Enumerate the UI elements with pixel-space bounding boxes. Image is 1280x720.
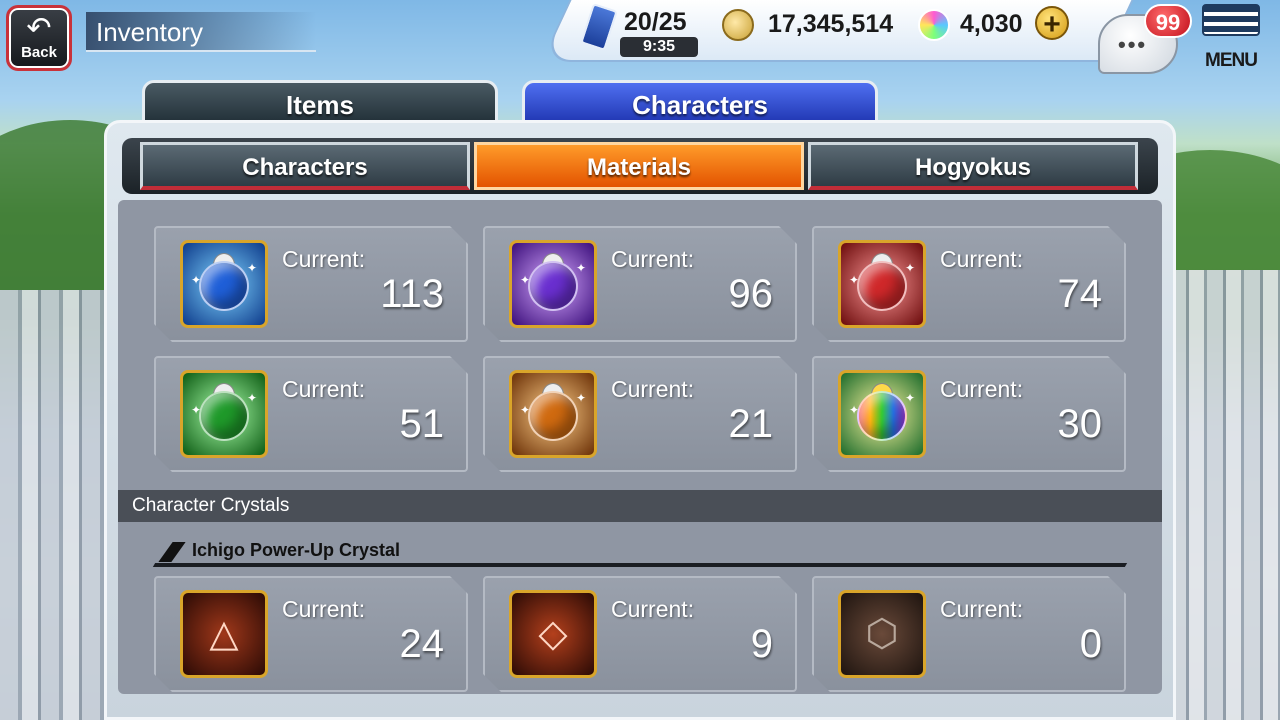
subtab-materials[interactable]: Materials [474, 142, 804, 190]
material-count: 74 [1057, 272, 1102, 316]
crystal-card[interactable]: △ Current: 24 [154, 576, 468, 692]
add-orbs-button[interactable]: + [1035, 6, 1069, 41]
orb-value: 4,030 [960, 10, 1023, 38]
material-card[interactable]: ✦ ✦ Current: 30 [812, 356, 1126, 472]
material-card[interactable]: ✦ ✦ Current: 74 [812, 226, 1126, 342]
crystal-group-title: Ichigo Power-Up Crystal [192, 540, 401, 560]
stamina-value: 20/25 [624, 8, 687, 36]
background-city [1170, 270, 1280, 720]
stamina-timer: 9:35 [620, 37, 698, 57]
menu-button[interactable]: MENU [1202, 4, 1260, 71]
current-label: Current: [282, 596, 366, 622]
back-arrow-icon: ↶ [26, 12, 52, 45]
crystal-card[interactable]: ◇ Current: 9 [483, 576, 797, 692]
current-label: Current: [611, 376, 695, 402]
material-count: 113 [380, 272, 444, 316]
blue-potion-icon: ✦ ✦ [180, 240, 268, 328]
material-card[interactable]: ✦ ✦ Current: 96 [483, 226, 797, 342]
tab-items[interactable]: Items [142, 80, 498, 124]
coin-value: 17,345,514 [768, 10, 894, 38]
back-button[interactable]: ↶ Back [6, 5, 72, 71]
current-label: Current: [940, 246, 1024, 272]
material-count: 51 [399, 402, 444, 446]
tab-characters[interactable]: Characters [522, 80, 878, 124]
section-header-character-crystals: Character Crystals [118, 490, 1162, 522]
current-label: Current: [282, 376, 366, 402]
back-label: Back [21, 44, 57, 61]
material-card[interactable]: ✦ ✦ Current: 113 [154, 226, 468, 342]
purple-potion-icon: ✦ ✦ [509, 240, 597, 328]
divider [152, 563, 1128, 567]
subtab-characters[interactable]: Characters [140, 142, 470, 190]
menu-icon [1202, 4, 1260, 36]
red-potion-icon: ✦ ✦ [838, 240, 926, 328]
material-count: 21 [728, 402, 773, 446]
current-label: Current: [940, 376, 1024, 402]
triangle-skull-crystal-icon: △ [180, 590, 268, 678]
current-label: Current: [282, 246, 366, 272]
current-label: Current: [940, 596, 1024, 622]
green-potion-icon: ✦ ✦ [180, 370, 268, 458]
current-label: Current: [611, 246, 695, 272]
notification-badge: 99 [1144, 4, 1192, 38]
orange-potion-icon: ✦ ✦ [509, 370, 597, 458]
orb-icon [918, 9, 950, 41]
crystal-card[interactable]: ⬡ Current: 0 [812, 576, 1126, 692]
current-label: Current: [611, 596, 695, 622]
material-card[interactable]: ✦ ✦ Current: 21 [483, 356, 797, 472]
square-skull-crystal-icon: ◇ [509, 590, 597, 678]
subtab-hogyokus[interactable]: Hogyokus [808, 142, 1138, 190]
crystal-count: 24 [399, 622, 444, 666]
material-count: 96 [728, 272, 773, 316]
menu-label: MENU [1205, 50, 1258, 71]
material-count: 30 [1057, 402, 1102, 446]
hexagon-skull-crystal-icon: ⬡ [838, 590, 926, 678]
crystal-count: 0 [1079, 622, 1102, 666]
rainbow-potion-icon: ✦ ✦ [838, 370, 926, 458]
page-title: Inventory [86, 12, 316, 52]
coin-icon [722, 9, 754, 41]
chat-bubble-icon: ••• [1118, 32, 1148, 57]
crystal-count: 9 [750, 622, 773, 666]
material-card[interactable]: ✦ ✦ Current: 51 [154, 356, 468, 472]
